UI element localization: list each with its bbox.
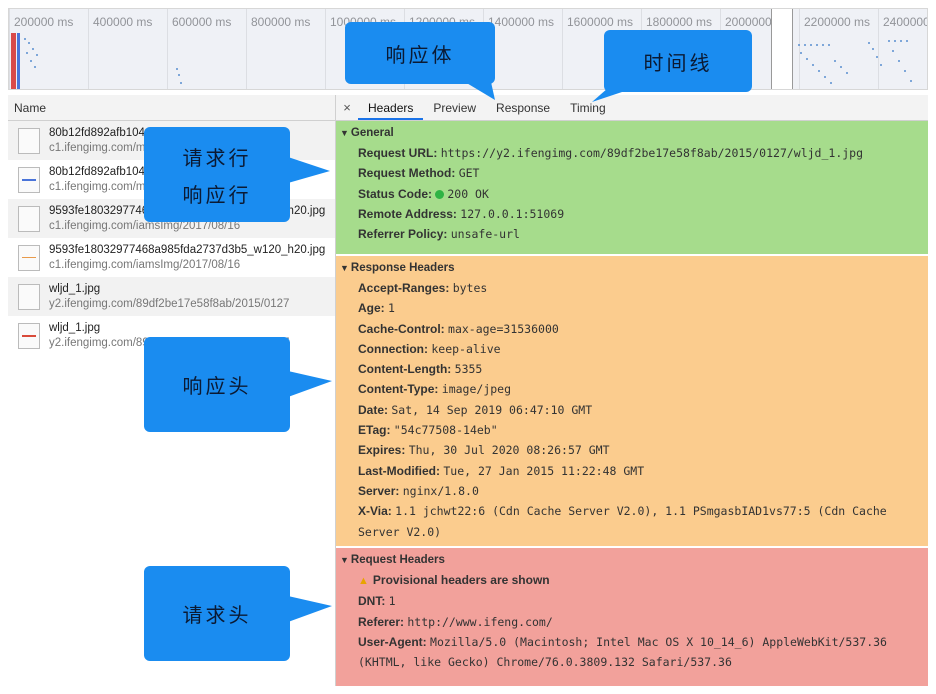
image-thumbnail-icon	[18, 166, 40, 193]
status-green-dot-icon	[435, 189, 445, 199]
triangle-down-icon: ▼	[340, 128, 349, 138]
header-key: Server:	[358, 483, 400, 498]
request-domain: y2.ifengimg.com/89df2be17e58f8ab/2015/01…	[49, 297, 290, 310]
header-value: 1	[388, 594, 396, 609]
response-headers-toggle[interactable]: ▼ Response Headers	[340, 262, 928, 274]
header-key: Expires:	[358, 443, 406, 458]
tab-response[interactable]: Response	[486, 95, 560, 120]
request-name: wljd_1.jpg	[49, 282, 101, 295]
header-key: ETag:	[358, 423, 391, 438]
header-key: Content-Length:	[358, 362, 452, 377]
triangle-down-icon: ▼	[340, 555, 349, 565]
callout-request-status-line: 请求行 响应行	[144, 127, 330, 222]
header-value: 127.0.0.1:51069	[460, 206, 565, 221]
tab-timing[interactable]: Timing	[560, 95, 616, 120]
header-key: X-Via:	[358, 504, 392, 519]
tab-headers[interactable]: Headers	[358, 95, 424, 120]
header-value: http://www.ifeng.com/	[407, 614, 553, 629]
header-key: Status Code:	[358, 186, 433, 201]
header-value: 1	[388, 301, 395, 316]
header-value: Tue, 27 Jan 2015 11:22:48 GMT	[443, 463, 645, 478]
header-key: User-Agent:	[358, 634, 427, 649]
details-tab-bar: × Headers Preview Response Timing	[336, 95, 928, 121]
header-key: DNT:	[358, 594, 386, 609]
image-thumbnail-icon	[18, 322, 40, 349]
request-name: 9593fe18032977468a985fda2737d3b5_w120_h2…	[49, 243, 326, 256]
request-domain: c1.ifengimg.com/m	[49, 141, 146, 154]
name-column-header[interactable]: Name	[8, 95, 336, 121]
file-thumbnail-icon	[18, 205, 40, 232]
header-value: bytes	[452, 281, 488, 295]
header-key: Request Method:	[358, 166, 456, 181]
request-name: wljd_1.jpg	[49, 321, 101, 334]
callout-request-headers: 请求头	[144, 566, 332, 661]
response-headers-title: Response Headers	[350, 262, 455, 274]
general-section-toggle[interactable]: ▼ General	[340, 127, 928, 139]
request-headers-section: ▼ Request Headers ▲ Provisional headers ar…	[336, 548, 928, 686]
warning-icon: ▲	[358, 575, 369, 587]
request-row[interactable]: wljd_1.jpg y2.ifengimg.com/89df2be17e58f8…	[8, 277, 335, 316]
header-value: nginx/1.8.0	[402, 483, 479, 498]
header-value: "54c77508-14eb"	[393, 423, 498, 438]
tab-preview[interactable]: Preview	[423, 95, 486, 120]
triangle-down-icon: ▼	[340, 263, 349, 273]
general-section: ▼ General Request URL: https://y2.ifengim…	[336, 121, 928, 254]
name-column-label: Name	[14, 101, 47, 115]
header-key: Date:	[358, 402, 389, 417]
header-key: Last-Modified:	[358, 463, 440, 478]
request-domain: c1.ifengimg.com/m	[49, 180, 146, 193]
header-value: 1.1 jchwt22:6 (Cdn Cache Server V2.0), 1…	[358, 504, 887, 539]
close-icon[interactable]: ×	[336, 95, 358, 120]
header-value: GET	[458, 166, 480, 181]
header-key: Accept-Ranges:	[358, 281, 450, 295]
request-headers-title: Request Headers	[350, 554, 445, 566]
header-key: Age:	[358, 301, 385, 316]
callout-response-headers: 响应头	[144, 337, 332, 432]
header-value: 5355	[454, 362, 483, 377]
callout-response-body: 响应体	[345, 22, 495, 100]
header-value: Thu, 30 Jul 2020 08:26:57 GMT	[408, 443, 610, 458]
header-value: max-age=31536000	[448, 321, 559, 336]
request-name: 80b12fd892afb104	[49, 165, 145, 178]
header-key: Referer:	[358, 614, 405, 629]
header-value: unsafe-url	[450, 227, 520, 242]
header-key: Cache-Control:	[358, 321, 445, 336]
header-key: Referrer Policy:	[358, 227, 448, 242]
provisional-warning: Provisional headers are shown	[372, 573, 550, 587]
header-value: 200 OK	[447, 186, 489, 201]
headers-details-panel: ▼ General Request URL: https://y2.ifengim…	[336, 121, 928, 686]
header-key: Content-Type:	[358, 382, 439, 397]
header-value: https://y2.ifengimg.com/89df2be17e58f8ab…	[440, 146, 864, 160]
general-section-title: General	[350, 127, 394, 139]
header-key: Request URL:	[358, 146, 438, 160]
header-value: keep-alive	[431, 341, 501, 356]
header-key: Remote Address:	[358, 206, 457, 221]
request-headers-toggle[interactable]: ▼ Request Headers	[340, 554, 928, 566]
header-key: Connection:	[358, 341, 428, 356]
request-name: 80b12fd892afb104	[49, 126, 145, 139]
file-thumbnail-icon	[18, 127, 40, 154]
header-value: Sat, 14 Sep 2019 06:47:10 GMT	[391, 402, 593, 417]
header-value: Mozilla/5.0 (Macintosh; Intel Mac OS X 1…	[358, 634, 887, 670]
request-domain: c1.ifengimg.com/iamsImg/2017/08/16	[49, 258, 241, 271]
callout-timeline: 时间线	[592, 30, 752, 102]
image-thumbnail-icon	[18, 244, 40, 271]
response-headers-section: ▼ Response Headers Accept-Ranges: bytes A…	[336, 256, 928, 546]
file-thumbnail-icon	[18, 283, 40, 310]
header-value: image/jpeg	[441, 382, 512, 397]
request-row[interactable]: 9593fe18032977468a985fda2737d3b5_w120_h2…	[8, 238, 335, 277]
